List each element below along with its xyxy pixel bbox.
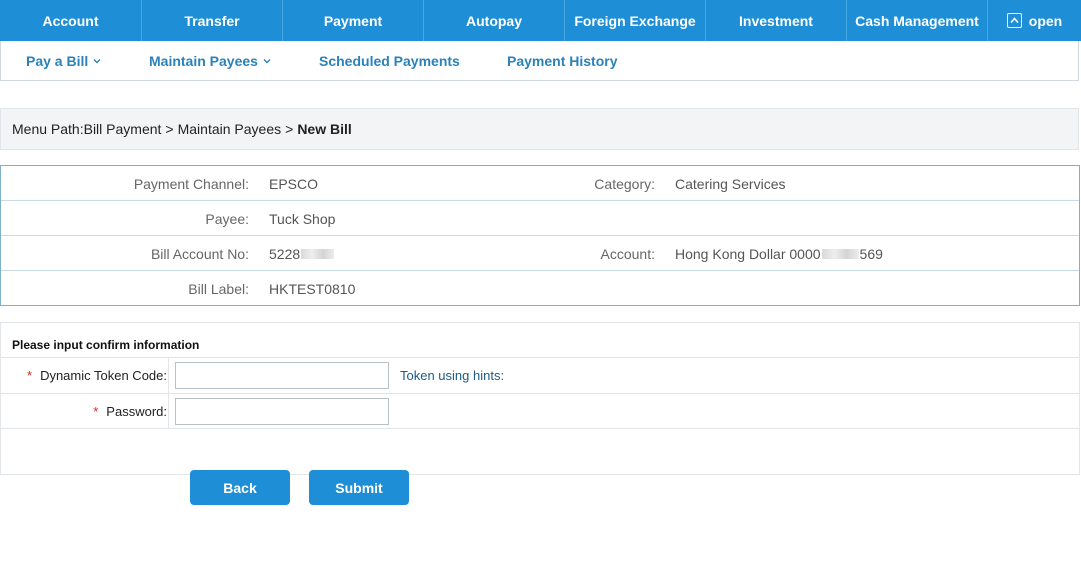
nav-autopay[interactable]: Autopay [424, 0, 565, 41]
submit-button[interactable]: Submit [309, 470, 409, 505]
details-row: Bill Label: HKTEST0810 [1, 271, 1079, 306]
category-label: Category: [594, 175, 655, 192]
dynamic-token-input[interactable] [175, 362, 389, 389]
token-label-text: Dynamic Token Code: [40, 368, 167, 383]
open-menu-label: open [1028, 12, 1063, 29]
bill-account-prefix: 5228 [269, 245, 301, 262]
bill-account-label: Bill Account No: [150, 245, 249, 262]
form-spacer [1, 428, 1079, 475]
details-row: Payee: Tuck Shop [1, 201, 1079, 236]
account-prefix: Hong Kong Dollar 0000 [675, 245, 821, 262]
breadcrumb-item-bill-payment: Bill Payment [83, 121, 162, 137]
nav-transfer[interactable]: Transfer [142, 0, 283, 41]
masked-digits [821, 248, 859, 259]
breadcrumb-separator: > [285, 121, 294, 137]
nav-cash-management[interactable]: Cash Management [847, 0, 988, 41]
chevron-down-icon [263, 58, 271, 63]
breadcrumb-prefix: Menu Path: [12, 121, 84, 137]
payee-value: Tuck Shop [269, 210, 336, 227]
payment-channel-value: EPSCO [269, 175, 319, 192]
subnav-maintain-payees[interactable]: Maintain Payees [149, 41, 271, 80]
confirm-header: Please input confirm information [12, 338, 200, 352]
subnav-pay-a-bill-label: Pay a Bill [26, 52, 89, 69]
password-label: * Password: [1, 394, 169, 429]
top-nav: Account Transfer Payment Autopay Foreign… [0, 0, 1081, 41]
account-value: Hong Kong Dollar 0000 569 [675, 236, 883, 271]
bill-details-table: Payment Channel: EPSCO Category: Caterin… [0, 165, 1080, 306]
account-label: Account: [600, 245, 655, 262]
payee-label: Payee: [205, 210, 249, 227]
back-button[interactable]: Back [190, 470, 290, 505]
password-label-text: Password: [106, 404, 167, 419]
details-row: Bill Account No: 5228 Account: Hong Kong… [1, 236, 1079, 271]
nav-account[interactable]: Account [0, 0, 142, 41]
sub-nav: Pay a Bill Maintain Payees Scheduled Pay… [0, 41, 1079, 81]
breadcrumb-separator: > [165, 121, 174, 137]
bill-label-label: Bill Label: [188, 280, 249, 297]
nav-foreign-exchange[interactable]: Foreign Exchange [565, 0, 706, 41]
confirm-form: Please input confirm information * Dynam… [0, 322, 1080, 475]
bill-label-value: HKTEST0810 [269, 280, 356, 297]
category-value: Catering Services [675, 175, 786, 192]
token-row: * Dynamic Token Code: Token using hints: [1, 357, 1079, 393]
details-row: Payment Channel: EPSCO Category: Caterin… [1, 166, 1079, 201]
token-hint-link[interactable]: Token using hints: [400, 358, 504, 393]
open-menu-button[interactable]: open [988, 0, 1081, 41]
breadcrumb-item-maintain-payees: Maintain Payees [177, 121, 282, 137]
payment-channel-label: Payment Channel: [133, 175, 249, 192]
subnav-payment-history[interactable]: Payment History [507, 41, 617, 80]
nav-investment[interactable]: Investment [706, 0, 847, 41]
required-marker: * [27, 368, 33, 383]
nav-payment[interactable]: Payment [283, 0, 424, 41]
password-input[interactable] [175, 398, 389, 425]
expand-square-icon [1006, 13, 1022, 28]
token-label: * Dynamic Token Code: [1, 358, 169, 393]
masked-digits [301, 248, 335, 259]
bill-account-value: 5228 [269, 236, 335, 271]
subnav-scheduled-payments[interactable]: Scheduled Payments [319, 41, 460, 80]
account-suffix: 569 [859, 245, 883, 262]
breadcrumb: Menu Path: Bill Payment > Maintain Payee… [0, 108, 1079, 150]
subnav-pay-a-bill[interactable]: Pay a Bill [26, 41, 101, 80]
breadcrumb-current: New Bill [297, 121, 352, 137]
subnav-maintain-payees-label: Maintain Payees [149, 52, 258, 69]
password-row: * Password: [1, 393, 1079, 429]
required-marker: * [93, 404, 99, 419]
chevron-down-icon [93, 58, 101, 63]
